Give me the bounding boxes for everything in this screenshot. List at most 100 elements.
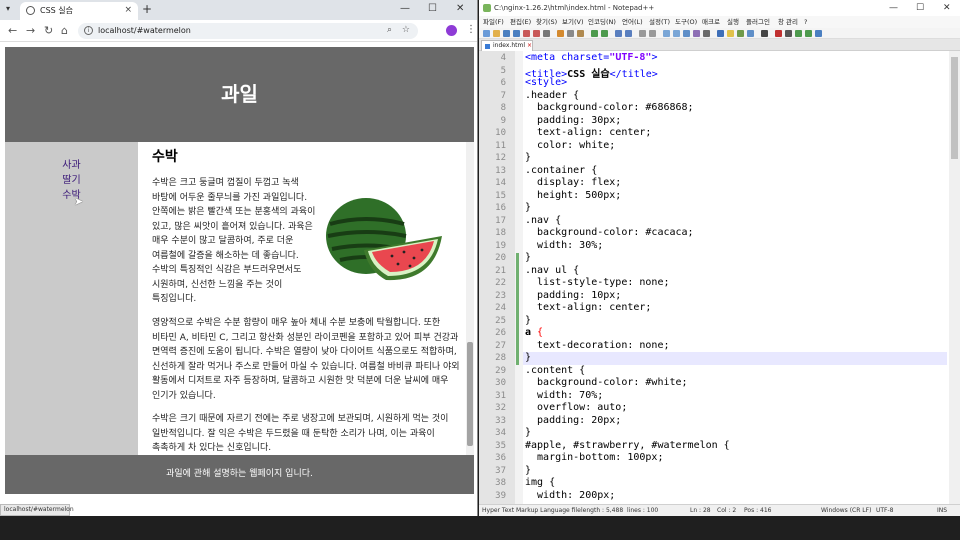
browser-tab[interactable]: CSS 실습 × (20, 2, 138, 20)
code-line[interactable]: #apple, #strawberry, #watermelon { (525, 440, 730, 451)
home-icon[interactable]: ⌂ (61, 25, 68, 36)
menu-window[interactable]: 창 관리 (778, 16, 798, 28)
code-line[interactable]: background-color: #cacaca; (525, 227, 694, 238)
maximize-button[interactable]: ☐ (428, 4, 437, 14)
replace-icon[interactable] (625, 30, 632, 37)
code-line[interactable]: background-color: #686868; (525, 102, 694, 113)
menu-search[interactable]: 찾기(S) (536, 16, 557, 28)
code-line[interactable]: .container { (525, 165, 597, 176)
paste-icon[interactable] (577, 30, 584, 37)
code-line[interactable]: width: 70%; (525, 390, 603, 401)
menu-run[interactable]: 실행 (727, 16, 739, 28)
code-line[interactable]: .nav ul { (525, 265, 579, 276)
code-line[interactable]: padding: 30px; (525, 115, 621, 126)
nav-link-watermelon[interactable]: 수박 (5, 188, 138, 203)
nav-link-strawberry[interactable]: 딸기 (5, 173, 138, 188)
code-line[interactable]: height: 500px; (525, 190, 621, 201)
code-line[interactable]: text-align: center; (525, 302, 651, 313)
code-line[interactable]: overflow: auto; (525, 402, 627, 413)
menu-encoding[interactable]: 인코딩(N) (588, 16, 616, 28)
back-icon[interactable]: ← (8, 25, 17, 36)
save-all-icon[interactable] (513, 30, 520, 37)
tab-close-icon[interactable]: × (124, 5, 132, 15)
code-line[interactable]: <style> (525, 77, 567, 88)
show-all-chars-icon[interactable] (693, 30, 700, 37)
save-icon[interactable] (503, 30, 510, 37)
undo-icon[interactable] (591, 30, 598, 37)
code-line[interactable]: text-align: center; (525, 127, 651, 138)
code-line[interactable]: .header { (525, 90, 579, 101)
menu-settings[interactable]: 설정(T) (649, 16, 670, 28)
run-macro-multiple-icon[interactable] (805, 30, 812, 37)
sync-horizontal-icon[interactable] (673, 30, 680, 37)
word-wrap-icon[interactable] (683, 30, 690, 37)
code-line[interactable]: } (525, 202, 531, 213)
copy-icon[interactable] (567, 30, 574, 37)
address-bar[interactable]: i localhost/#watermelon ⌕ ☆ (78, 23, 418, 39)
url-text[interactable]: localhost/#watermelon (98, 26, 191, 36)
stop-macro-icon[interactable] (785, 30, 792, 37)
code-line[interactable]: } (525, 465, 531, 476)
code-line[interactable]: color: white; (525, 140, 615, 151)
editor-scrollbar[interactable] (949, 51, 960, 504)
scrollbar-thumb[interactable] (467, 342, 473, 446)
npp-minimize-button[interactable]: — (889, 3, 898, 13)
forward-icon[interactable]: → (26, 25, 35, 36)
print-icon[interactable] (543, 30, 550, 37)
folder-workspace-icon[interactable] (747, 30, 754, 37)
page-content[interactable]: 수박 수박은 크고 둥글며 껍질이 두껍고 녹색 바탕에 어두운 줄무늬를 가진… (138, 142, 474, 455)
close-all-icon[interactable] (533, 30, 540, 37)
code-line[interactable]: margin-bottom: 100px; (525, 452, 663, 463)
record-macro-icon[interactable] (775, 30, 782, 37)
code-line[interactable]: background-color: #white; (525, 377, 688, 388)
info-icon[interactable]: i (84, 26, 93, 35)
bookmark-star-icon[interactable]: ☆ (402, 25, 410, 35)
code-line[interactable]: width: 200px; (525, 490, 615, 501)
code-line[interactable]: } (525, 252, 531, 263)
code-line[interactable]: text-decoration: none; (525, 340, 669, 351)
more-menu-icon[interactable]: ⋮ (466, 24, 476, 35)
code-line[interactable]: .nav { (525, 215, 561, 226)
code-line[interactable]: .content { (525, 365, 585, 376)
user-lang-icon[interactable] (717, 30, 724, 37)
nav-link-apple[interactable]: 사과 (5, 158, 138, 173)
function-list-icon[interactable] (737, 30, 744, 37)
menu-language[interactable]: 언어(L) (622, 16, 643, 28)
menu-edit[interactable]: 편집(E) (510, 16, 531, 28)
profile-avatar[interactable] (446, 25, 457, 36)
redo-icon[interactable] (601, 30, 608, 37)
npp-close-button[interactable]: ✕ (943, 3, 951, 13)
code-line[interactable]: } (525, 352, 531, 363)
find-icon[interactable] (615, 30, 622, 37)
code-line[interactable]: } (525, 315, 531, 326)
code-line[interactable]: } (525, 152, 531, 163)
code-line[interactable]: a { (525, 327, 543, 338)
monitoring-icon[interactable] (761, 30, 768, 37)
sync-vertical-icon[interactable] (663, 30, 670, 37)
npp-tab-close-icon[interactable]: × (527, 41, 532, 51)
code-editor[interactable]: ⊟ 45678910111213141516171819202122232425… (479, 51, 960, 504)
close-file-icon[interactable] (523, 30, 530, 37)
zoom-in-icon[interactable] (639, 30, 646, 37)
code-line[interactable]: width: 30%; (525, 240, 603, 251)
menu-plugins[interactable]: 플러그인 (746, 16, 770, 28)
editor-scrollbar-thumb[interactable] (951, 57, 958, 159)
code-line[interactable]: padding: 10px; (525, 290, 621, 301)
code-line[interactable]: display: flex; (525, 177, 621, 188)
zoom-out-icon[interactable] (649, 30, 656, 37)
code-line[interactable]: padding: 20px; (525, 415, 621, 426)
reload-icon[interactable]: ↻ (44, 25, 53, 36)
npp-maximize-button[interactable]: ☐ (916, 3, 924, 13)
tab-search-icon[interactable]: ▾ (6, 4, 10, 13)
cut-icon[interactable] (557, 30, 564, 37)
minimize-button[interactable]: — (400, 4, 410, 14)
menu-macro[interactable]: 매크로 (702, 16, 720, 28)
menu-file[interactable]: 파일(F) (483, 16, 504, 28)
menu-help[interactable]: ? (804, 16, 807, 28)
new-tab-button[interactable]: + (142, 3, 152, 15)
new-file-icon[interactable] (483, 30, 490, 37)
close-button[interactable]: ✕ (456, 4, 464, 14)
code-line[interactable]: } (525, 427, 531, 438)
npp-file-tab[interactable]: index.html × (481, 40, 533, 51)
menu-tools[interactable]: 도구(O) (675, 16, 697, 28)
